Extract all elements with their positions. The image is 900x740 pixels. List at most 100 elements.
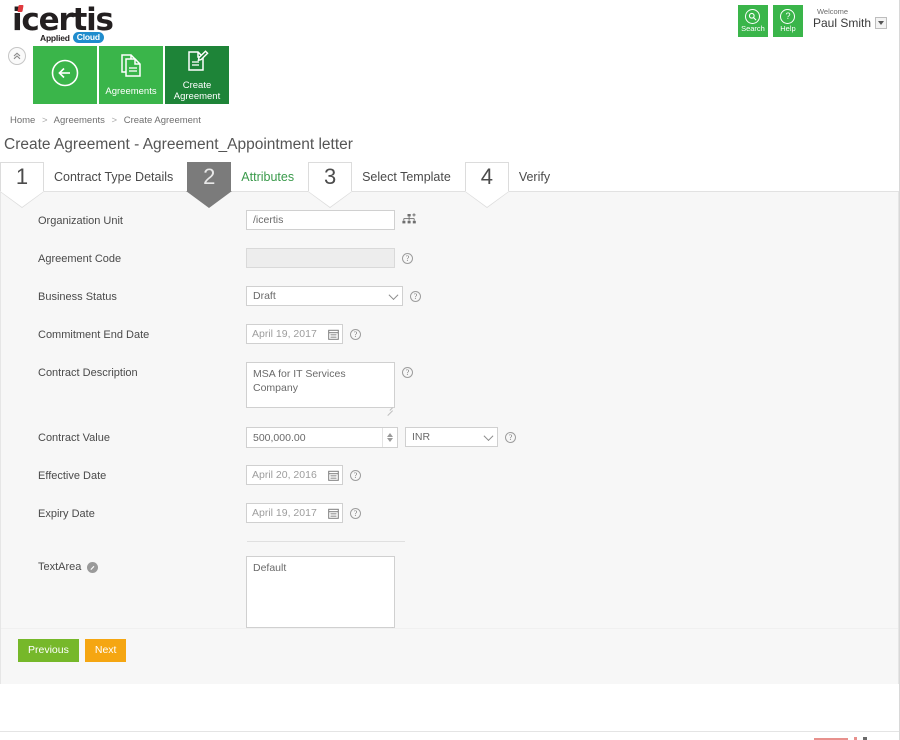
commitment-end-date-value: April 19, 2017 (252, 328, 317, 340)
field-expiry-date: Expiry Date April 19, 2017 ? (1, 503, 898, 527)
expiry-date-input[interactable]: April 19, 2017 (246, 503, 343, 523)
user-row: Paul Smith (813, 16, 887, 30)
document-edit-icon (185, 49, 209, 78)
field-control: Draft ? (246, 286, 421, 306)
contract-description-wrapper: MSA for IT Services Company (246, 362, 395, 413)
nav-tile-back[interactable] (33, 46, 97, 104)
field-agreement-code: Agreement Code ? (1, 248, 898, 272)
breadcrumb-item-home[interactable]: Home (10, 115, 35, 126)
edit-badge-icon[interactable] (87, 561, 99, 573)
field-label-wrapper: TextArea (38, 556, 246, 573)
help-icon[interactable]: ? (505, 432, 516, 443)
module-nav: Agreements Create Agreement (0, 46, 899, 112)
text-area-textarea[interactable]: Default (246, 556, 395, 628)
chevron-down-icon[interactable] (387, 438, 393, 442)
step-3-select-template[interactable]: 3 Select Template (308, 162, 465, 191)
breadcrumb: Home > Agreements > Create Agreement (0, 112, 899, 126)
contract-value-amount: 500,000.00 (253, 431, 306, 444)
step-label[interactable]: Verify (509, 162, 564, 191)
effective-date-input[interactable]: April 20, 2016 (246, 465, 343, 485)
wizard-steps: 1 Contract Type Details 2 Attributes 3 S… (0, 162, 899, 192)
currency-select[interactable]: INR (405, 427, 498, 447)
field-label: Organization Unit (38, 215, 123, 227)
expiry-date-value: April 19, 2017 (252, 507, 317, 519)
collapse-nav-button[interactable] (8, 47, 26, 65)
chevron-up-icon[interactable] (387, 433, 393, 437)
bottom-strip (0, 731, 899, 740)
field-label: Agreement Code (38, 253, 122, 265)
help-icon[interactable]: ? (350, 470, 361, 481)
breadcrumb-item-agreements[interactable]: Agreements (54, 115, 105, 126)
step-number: 2 (187, 162, 232, 191)
org-hierarchy-add-icon[interactable] (402, 213, 416, 232)
field-control: Default (246, 556, 395, 633)
step-label[interactable]: Select Template (352, 162, 465, 191)
stepper-arrows[interactable] (382, 428, 397, 447)
breadcrumb-separator: > (41, 115, 48, 126)
field-label: Commitment End Date (38, 329, 150, 341)
calendar-icon[interactable] (325, 504, 342, 522)
step-number: 3 (308, 162, 353, 191)
business-status-value: Draft (253, 290, 276, 302)
contract-value-stepper[interactable]: 500,000.00 (246, 427, 398, 448)
business-status-select[interactable]: Draft (246, 286, 403, 306)
agreement-code-input[interactable] (246, 248, 395, 268)
form-scroll-area[interactable]: Organization Unit /icertis Agreement Cod… (1, 192, 898, 684)
field-label: Business Status (38, 291, 117, 303)
field-label: Expiry Date (38, 508, 95, 520)
field-control: April 20, 2016 ? (246, 465, 361, 485)
help-button[interactable]: ? Help (772, 5, 803, 37)
nav-tile-list: Agreements Create Agreement (33, 46, 899, 104)
step-label[interactable]: Contract Type Details (44, 162, 187, 191)
brand-logo[interactable]: icertis Applied Cloud (12, 4, 172, 43)
step-label[interactable]: Attributes (231, 162, 308, 191)
nav-tile-agreements[interactable]: Agreements (99, 46, 163, 104)
search-label: Search (741, 24, 765, 33)
application-window: icertis Applied Cloud Search ? Help Welc… (0, 0, 900, 740)
help-icon: ? (780, 9, 796, 24)
field-contract-description: Contract Description MSA for IT Services… (1, 362, 898, 413)
field-contract-value: Contract Value 500,000.00 INR ? (1, 427, 898, 451)
field-label: Contract Value (38, 432, 110, 444)
welcome-text: Welcome (816, 7, 849, 16)
help-icon[interactable]: ? (350, 508, 361, 519)
help-icon[interactable]: ? (410, 291, 421, 302)
breadcrumb-item-create-agreement: Create Agreement (123, 115, 201, 126)
contract-description-textarea[interactable]: MSA for IT Services Company (246, 362, 395, 408)
commitment-end-date-input[interactable]: April 19, 2017 (246, 324, 343, 344)
nav-tile-create-agreement[interactable]: Create Agreement (165, 46, 229, 104)
field-control: ? (246, 248, 413, 268)
previous-button[interactable]: Previous (18, 639, 79, 662)
breadcrumb-separator: > (111, 115, 118, 126)
chevron-down-icon (384, 293, 402, 300)
currency-value: INR (412, 431, 431, 443)
field-business-status: Business Status Draft ? (1, 286, 898, 310)
wizard-footer: Previous Next (1, 628, 898, 684)
step-4-verify[interactable]: 4 Verify (464, 162, 564, 191)
field-control: April 19, 2017 ? (246, 324, 361, 344)
field-text-area: TextArea Default (1, 556, 898, 633)
search-button[interactable]: Search (737, 5, 768, 37)
field-control: 500,000.00 INR ? (246, 427, 516, 448)
double-chevron-up-icon (12, 51, 22, 61)
chevron-down-icon[interactable] (875, 17, 887, 29)
help-icon[interactable]: ? (402, 253, 413, 264)
calendar-icon[interactable] (325, 466, 342, 484)
nav-tile-label: Create Agreement (173, 79, 221, 102)
section-divider (247, 541, 405, 542)
next-button[interactable]: Next (84, 639, 127, 662)
field-control (246, 210, 416, 232)
organization-unit-input[interactable] (246, 210, 395, 230)
user-menu[interactable]: Welcome Paul Smith (813, 5, 887, 30)
field-control: MSA for IT Services Company ? (246, 362, 413, 413)
text-area-wrapper: Default (246, 556, 395, 633)
help-label: Help (780, 24, 796, 33)
step-2-attributes[interactable]: 2 Attributes (187, 162, 308, 191)
header-actions: Search ? Help Welcome Paul Smith (737, 5, 887, 37)
calendar-icon[interactable] (325, 325, 342, 343)
step-number: 1 (0, 162, 44, 191)
help-icon[interactable]: ? (402, 367, 413, 378)
step-1-contract-type-details[interactable]: 1 Contract Type Details (0, 162, 187, 191)
field-label: Effective Date (38, 470, 107, 482)
help-icon[interactable]: ? (350, 329, 361, 340)
